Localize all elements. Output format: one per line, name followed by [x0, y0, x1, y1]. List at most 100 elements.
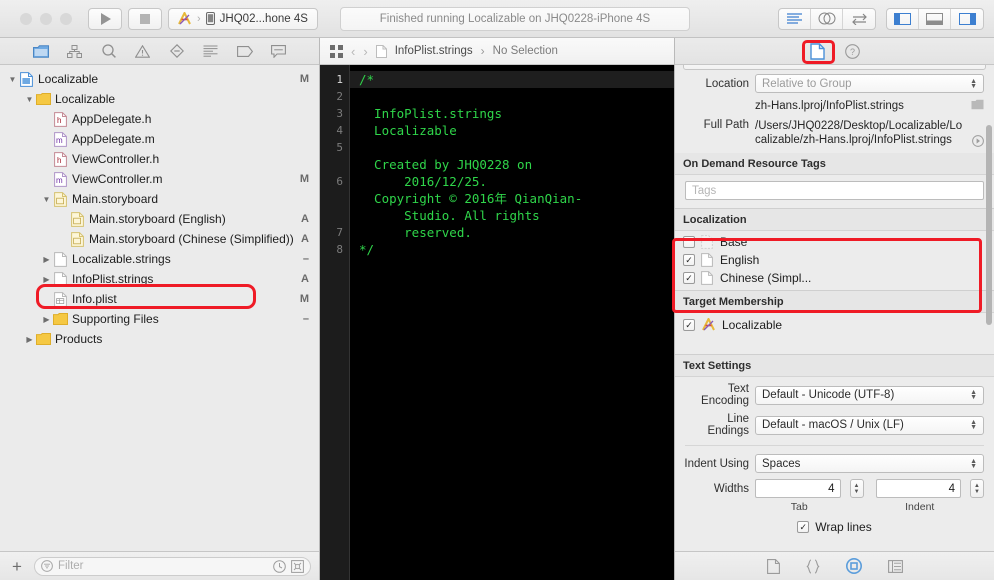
localization-label: English: [720, 253, 759, 267]
wrap-lines-row[interactable]: ✓ Wrap lines: [675, 516, 994, 536]
minimize-button[interactable]: [40, 13, 52, 25]
disclosure-triangle-icon[interactable]: ▶: [40, 315, 53, 324]
tab-width-stepper[interactable]: ▲▼: [850, 479, 864, 498]
run-button[interactable]: [88, 8, 122, 30]
localization-list[interactable]: Base ✓ English ✓Chinese (Simpl...: [675, 231, 994, 290]
disclosure-triangle-icon[interactable]: ▶: [40, 255, 53, 264]
inspector-scrollbar[interactable]: [986, 125, 992, 325]
tree-row-label: Supporting Files: [72, 312, 159, 326]
reveal-in-finder-icon[interactable]: [972, 135, 984, 147]
tree-row[interactable]: Info.plistM: [0, 289, 319, 309]
line-number: 4: [320, 122, 343, 139]
forward-chevron-icon[interactable]: ›: [363, 44, 367, 59]
code-line: /*: [350, 71, 674, 88]
location-popup[interactable]: Relative to Group ▲▼: [755, 74, 984, 93]
target-membership-checkbox[interactable]: ✓: [683, 319, 695, 331]
tree-row[interactable]: hViewController.h: [0, 149, 319, 169]
localization-row[interactable]: Base: [675, 233, 994, 251]
tree-row[interactable]: mAppDelegate.m: [0, 129, 319, 149]
tree-row[interactable]: ▶ Supporting Files –: [0, 309, 319, 329]
breakpoint-navigator-icon[interactable]: [236, 42, 254, 60]
file-template-library-icon[interactable]: [767, 559, 780, 574]
target-membership-label: Localizable: [722, 318, 782, 332]
filter-field[interactable]: Filter: [34, 557, 311, 576]
tree-row[interactable]: ▼Main.storyboard: [0, 189, 319, 209]
tree-row-label: Localizable: [38, 72, 98, 86]
back-chevron-icon[interactable]: ‹: [351, 44, 355, 59]
widths-sublabels-row: Tab Indent: [675, 501, 994, 516]
plist-icon: [53, 292, 68, 307]
test-navigator-icon[interactable]: [168, 42, 186, 60]
text-settings-divider: [685, 445, 984, 446]
indent-width-input[interactable]: 4: [876, 479, 962, 498]
file-inspector-icon[interactable]: [810, 43, 825, 60]
indent-width-stepper[interactable]: ▲▼: [970, 479, 984, 498]
tags-input[interactable]: Tags: [685, 181, 984, 200]
zoom-button[interactable]: [60, 13, 72, 25]
target-membership-row[interactable]: ✓ Localizable: [675, 313, 994, 334]
find-navigator-icon[interactable]: [100, 42, 118, 60]
version-editor-button[interactable]: [843, 9, 875, 29]
disclosure-triangle-icon[interactable]: ▼: [23, 95, 36, 104]
assistant-editor-button[interactable]: [811, 9, 843, 29]
tree-row-label: ViewController.m: [72, 172, 162, 186]
jumpbar-file-label[interactable]: InfoPlist.strings: [395, 45, 473, 57]
object-library-icon[interactable]: [846, 558, 862, 574]
indent-using-popup[interactable]: Spaces ▲▼: [755, 454, 984, 473]
code-line: InfoPlist.strings: [359, 106, 502, 121]
disclosure-triangle-icon[interactable]: ▼: [40, 195, 53, 204]
symbol-navigator-icon[interactable]: [66, 42, 84, 60]
line-number-gutter: 12345 6 78: [320, 65, 350, 580]
indent-sublabel: Indent: [876, 501, 965, 513]
source-code-text[interactable]: /* InfoPlist.strings Localizable Created…: [350, 65, 674, 580]
media-library-icon[interactable]: [888, 560, 903, 573]
main-body: ▼LocalizableM▼LocalizablehAppDelegate.hm…: [0, 38, 994, 580]
text-encoding-popup[interactable]: Default - Unicode (UTF-8) ▲▼: [755, 386, 984, 405]
localization-checkbox[interactable]: ✓: [683, 272, 695, 284]
localization-row[interactable]: ✓Chinese (Simpl...: [675, 269, 994, 287]
utilities-inspector-panel: ? Location Relative to Group ▲▼: [675, 38, 994, 580]
tree-row[interactable]: ▶InfoPlist.stringsA: [0, 269, 319, 289]
tree-row[interactable]: ▶Products: [0, 329, 319, 349]
disclosure-triangle-icon[interactable]: ▶: [23, 335, 36, 344]
stop-button[interactable]: [128, 8, 162, 30]
tree-row[interactable]: ▶Localizable.strings–: [0, 249, 319, 269]
localization-row[interactable]: ✓ English: [675, 251, 994, 269]
tree-row[interactable]: hAppDelegate.h: [0, 109, 319, 129]
tree-row[interactable]: ▼LocalizableM: [0, 69, 319, 89]
file-icon: [376, 45, 387, 58]
tree-row[interactable]: mViewController.mM: [0, 169, 319, 189]
project-navigator-icon[interactable]: [32, 42, 50, 60]
utilities-toggle-button[interactable]: [951, 9, 983, 29]
wrap-lines-checkbox[interactable]: ✓: [797, 521, 809, 533]
disclosure-triangle-icon[interactable]: ▼: [6, 75, 19, 84]
quick-help-inspector-icon[interactable]: ?: [845, 44, 860, 59]
debug-area-toggle-button[interactable]: [919, 9, 951, 29]
add-file-button[interactable]: +: [8, 558, 26, 575]
tree-row[interactable]: ▼Localizable: [0, 89, 319, 109]
inspector-content[interactable]: Location Relative to Group ▲▼ zh-Hans.lp…: [675, 65, 994, 551]
tree-row[interactable]: Main.storyboard (Chinese (Simplified))A: [0, 229, 319, 249]
localization-checkbox[interactable]: ✓: [683, 254, 695, 266]
related-items-icon[interactable]: [330, 45, 343, 58]
navigator-toggle-button[interactable]: [887, 9, 919, 29]
code-snippet-library-icon[interactable]: [806, 559, 820, 574]
choose-folder-icon[interactable]: [971, 99, 984, 110]
line-endings-popup[interactable]: Default - macOS / Unix (LF) ▲▼: [755, 416, 984, 435]
close-button[interactable]: [20, 13, 32, 25]
issue-navigator-icon[interactable]: [134, 42, 152, 60]
tree-row[interactable]: Main.storyboard (English)A: [0, 209, 319, 229]
relative-path-row: zh-Hans.lproj/InfoPlist.strings: [675, 96, 994, 116]
project-file-tree[interactable]: ▼LocalizableM▼LocalizablehAppDelegate.hm…: [0, 65, 319, 551]
tab-width-input[interactable]: 4: [755, 479, 841, 498]
report-navigator-icon[interactable]: [270, 42, 288, 60]
debug-navigator-icon[interactable]: [202, 42, 220, 60]
localization-checkbox[interactable]: [683, 236, 695, 248]
tree-row-status: –: [297, 313, 309, 325]
disclosure-triangle-icon[interactable]: ▶: [40, 275, 53, 284]
standard-editor-button[interactable]: [779, 9, 811, 29]
code-editor[interactable]: 12345 6 78 /* InfoPlist.strings Localiza…: [320, 65, 674, 580]
scheme-selector[interactable]: › JHQ02...hone 4S: [168, 8, 318, 30]
scheme-label: JHQ02...hone 4S: [220, 13, 308, 25]
jumpbar-selection-label[interactable]: No Selection: [493, 45, 558, 57]
